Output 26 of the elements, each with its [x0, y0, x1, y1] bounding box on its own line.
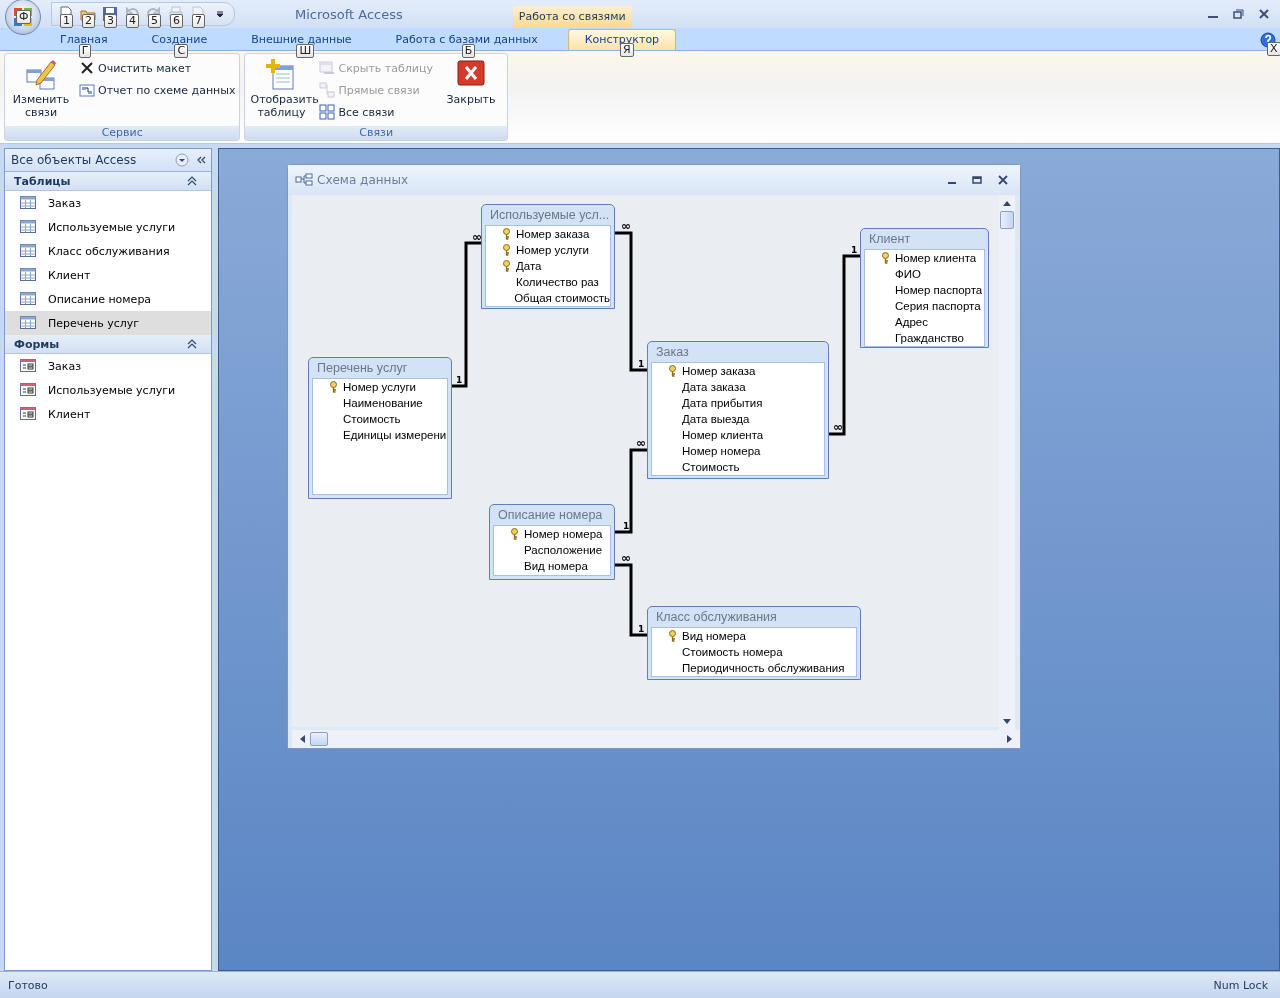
keytip-tooltip: 5	[148, 14, 161, 28]
group-label: Связи	[245, 126, 507, 140]
keytip-tooltip: Б	[461, 44, 476, 58]
keytip-tooltip: С	[174, 44, 189, 58]
keytip-tooltip: 3	[104, 14, 117, 28]
table-title: Используемые усл...	[489, 207, 611, 224]
keytip-tooltip: Г	[78, 44, 92, 58]
table-title: Описание номера	[497, 507, 604, 524]
keytip-tooltip: X	[1267, 42, 1280, 56]
table-title: Класс обслуживания	[655, 609, 778, 626]
keytip-tooltip: 1	[60, 14, 73, 28]
group-label: Сервис	[5, 126, 240, 140]
status-text: Num Lock	[1213, 978, 1268, 992]
keytip-tooltip: 6	[170, 14, 183, 28]
status-text: Готово	[8, 978, 48, 992]
keytip-tooltip: Ф	[16, 10, 32, 24]
keytip-tooltip: 7	[192, 14, 205, 28]
window-title: Microsoft Access	[295, 6, 403, 22]
table-title: Клиент	[868, 231, 912, 248]
contextual-tab-header: Работа со связями	[512, 6, 632, 28]
table-title: Перечень услуг	[316, 360, 409, 377]
keytip-tooltip: Ш	[296, 44, 315, 58]
keytip-tooltip: 4	[126, 14, 139, 28]
table-title: Заказ	[655, 344, 690, 361]
window-title: Схема данных	[317, 173, 409, 187]
pane-title: Все объекты Access	[11, 153, 138, 167]
